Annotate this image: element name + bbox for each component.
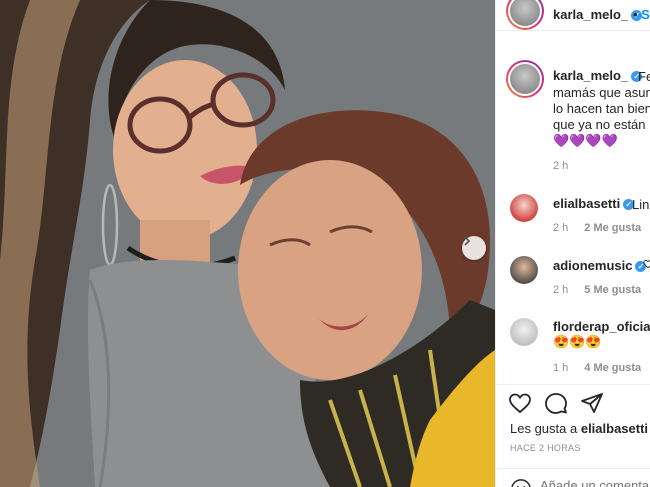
comment-meta: 1 h 4 Me gusta	[553, 362, 641, 374]
comment-meta: 2 h 5 Me gusta	[553, 284, 641, 296]
caption-avatar[interactable]	[506, 60, 544, 98]
add-comment-input[interactable]	[540, 478, 650, 487]
liked-by-user[interactable]: elialbasetti	[581, 421, 648, 436]
comment-likes[interactable]: 5 Me gusta	[584, 284, 641, 296]
caption-line-4: que ya no están	[553, 117, 646, 132]
comment-text: 😍😍😍	[553, 334, 602, 349]
emoji-icon[interactable]	[510, 478, 532, 487]
post-side-panel: karla_melo_✓ • S karla_melo_✓ Fe mamás q…	[495, 0, 650, 487]
action-bar	[496, 384, 650, 424]
commenter-avatar[interactable]	[510, 318, 538, 346]
chevron-right-icon	[464, 236, 471, 246]
comment-username[interactable]: florderap_oficial_	[553, 319, 650, 334]
post-header: karla_melo_ ✓ • S	[496, 0, 650, 31]
caption-line-1: Fe	[638, 69, 650, 84]
post-photo	[0, 0, 495, 487]
post-time-ago[interactable]: HACE 2 HORAS	[510, 443, 581, 453]
comment-time[interactable]: 2 h	[553, 284, 568, 296]
commenter-avatar[interactable]	[510, 256, 538, 284]
heart-icon[interactable]	[643, 259, 650, 269]
comment-likes[interactable]: 2 Me gusta	[584, 222, 641, 234]
caption-time[interactable]: 2 h	[553, 160, 568, 172]
author-username[interactable]: karla_melo_ ✓	[553, 7, 643, 22]
author-avatar[interactable]	[506, 0, 544, 30]
share-icon[interactable]	[580, 391, 604, 415]
commenter-avatar[interactable]	[510, 194, 538, 222]
caption-username[interactable]: karla_melo_ ✓	[553, 68, 643, 83]
comment-time[interactable]: 2 h	[553, 222, 568, 234]
comment-meta: 2 h 2 Me gusta	[553, 222, 641, 234]
photo-illustration	[0, 0, 495, 487]
heart-icon[interactable]	[508, 391, 532, 415]
comment-likes[interactable]: 4 Me gusta	[584, 362, 641, 374]
caption-line-3: lo hacen tan bien!	[553, 101, 650, 116]
likes-summary: Les gusta a elialbasetti y	[510, 421, 649, 436]
caption-line-2: mamás que asum	[553, 85, 650, 100]
comment-username[interactable]: elialbasetti ✓	[553, 196, 635, 211]
comment-icon[interactable]	[544, 391, 568, 415]
comment-time[interactable]: 1 h	[553, 362, 568, 374]
next-photo-button[interactable]	[462, 236, 486, 260]
caption-emoji: 💜💜💜💜	[553, 133, 618, 148]
comment-text: Lin	[632, 197, 650, 212]
add-comment-bar	[496, 468, 650, 487]
comment-username[interactable]: adionemusic ✓	[553, 258, 647, 273]
follow-link[interactable]: • S	[633, 7, 650, 22]
